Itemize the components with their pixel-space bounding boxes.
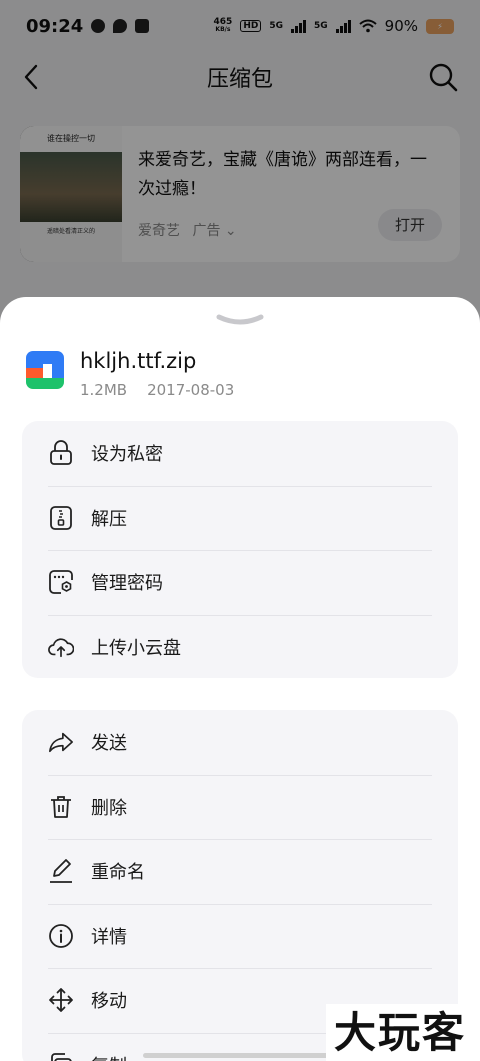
menu-label: 重命名 [91,862,145,884]
menu-item-unzip[interactable]: 解压 [22,485,458,551]
menu-label: 发送 [91,733,127,755]
home-indicator[interactable] [143,1053,337,1058]
menu-item-upload-cloud[interactable]: 上传小云盘 [22,614,458,680]
password-manage-icon [48,569,74,595]
share-icon [48,729,74,755]
menu-label: 解压 [91,508,127,530]
file-name: hkljh.ttf.zip [80,349,197,373]
info-icon [48,923,74,949]
menu-item-delete[interactable]: 删除 [22,774,458,840]
menu-label: 详情 [91,926,127,948]
menu-item-details[interactable]: 详情 [22,903,458,969]
watermark-logo: 大玩客 [326,1004,474,1061]
menu-label: 移动 [91,991,127,1013]
menu-label: 复制 [91,1052,127,1061]
sheet-handle-chevron-icon[interactable] [216,313,264,327]
file-meta: 1.2MB 2017-08-03 [80,381,234,399]
file-date: 2017-08-03 [147,381,235,399]
menu-item-send[interactable]: 发送 [22,710,458,775]
zip-file-icon [26,351,64,389]
menu-label: 设为私密 [91,444,163,466]
trash-icon [48,794,74,820]
menu-label: 上传小云盘 [91,637,181,659]
menu-item-manage-password[interactable]: 管理密码 [22,550,458,615]
menu-label: 管理密码 [91,573,163,595]
cloud-upload-icon [48,634,74,660]
menu-item-rename[interactable]: 重命名 [22,839,458,904]
menu-group-primary: 设为私密 解压 管理密码 上传小云盘 [22,421,458,678]
move-icon [48,987,74,1013]
copy-icon [48,1052,74,1061]
pencil-icon [48,858,74,884]
lock-icon [48,440,74,466]
action-sheet: hkljh.ttf.zip 1.2MB 2017-08-03 设为私密 解压 管… [0,297,480,1061]
unzip-icon [48,505,74,531]
menu-item-set-private[interactable]: 设为私密 [22,421,458,486]
menu-label: 删除 [91,797,127,819]
file-size: 1.2MB [80,381,128,399]
